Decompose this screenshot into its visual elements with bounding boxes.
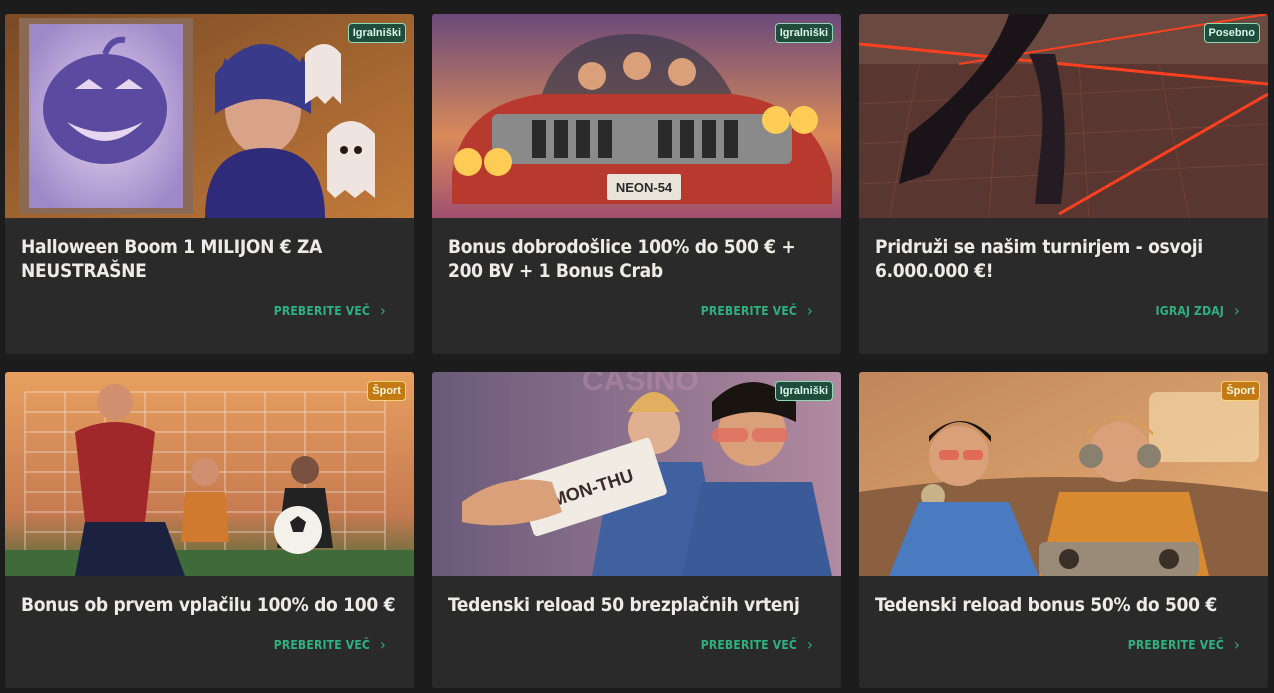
promo-card-halloween[interactable]: Igralniški Halloween Boom 1 MILIJON € ZA… [5, 14, 414, 354]
read-more-link[interactable]: PREBERITE VEČ › [273, 635, 386, 654]
promo-title: Bonus dobrodošlice 100% do 500 € + 200 B… [448, 236, 796, 282]
promo-image-tournament[interactable]: Posebno [859, 14, 1268, 218]
promo-title: Pridruži se našim turnirjem - osvoji 6.0… [875, 236, 1203, 282]
promo-image-car[interactable]: NEON-54 Igralniški [432, 14, 841, 218]
category-badge: Šport [367, 381, 406, 401]
promo-title: Halloween Boom 1 MILIJON € ZA NEUSTRAŠNE [21, 236, 323, 282]
promo-image-headphones[interactable]: Šport [859, 372, 1268, 576]
promo-image-football[interactable]: Šport [5, 372, 414, 576]
read-more-label: PREBERITE VEČ [1127, 638, 1225, 652]
category-badge: Igralniški [774, 23, 833, 43]
read-more-label: PREBERITE VEČ [700, 304, 798, 318]
category-badge: Igralniški [774, 381, 833, 401]
promo-title: Bonus ob prvem vplačilu 100% do 100 € [21, 594, 396, 616]
promo-card-welcome-bonus[interactable]: NEON-54 Igralniški Bonus dobrodošlice 10… [432, 14, 841, 354]
read-more-label: PREBERITE VEČ [700, 638, 798, 652]
read-more-link[interactable]: PREBERITE VEČ › [700, 635, 813, 654]
read-more-link[interactable]: PREBERITE VEČ › [700, 301, 813, 320]
promo-card-sport-first-deposit[interactable]: Šport Bonus ob prvem vplačilu 100% do 10… [5, 372, 414, 688]
promo-image-ticket[interactable]: CASINO MON-THU Igralniški [432, 372, 841, 576]
promo-image-halloween[interactable]: Igralniški [5, 14, 414, 218]
chevron-right-icon: › [807, 301, 813, 320]
play-now-link[interactable]: IGRAJ ZDAJ › [1155, 301, 1240, 320]
category-badge: Posebno [1203, 23, 1260, 43]
read-more-link[interactable]: PREBERITE VEČ › [1127, 635, 1240, 654]
chevron-right-icon: › [380, 301, 386, 320]
promo-card-tournament[interactable]: Posebno Pridruži se našim turnirjem - os… [859, 14, 1268, 354]
category-badge: Igralniški [347, 23, 406, 43]
category-badge: Šport [1221, 381, 1260, 401]
casino-sign: CASINO [582, 372, 699, 397]
read-more-label: PREBERITE VEČ [273, 304, 371, 318]
play-now-label: IGRAJ ZDAJ [1155, 304, 1225, 318]
read-more-link[interactable]: PREBERITE VEČ › [273, 301, 386, 320]
chevron-right-icon: › [1234, 635, 1240, 654]
license-plate: NEON-54 [616, 180, 673, 195]
promo-title: Tedenski reload 50 brezplačnih vrtenj [448, 594, 800, 616]
promo-card-weekly-reload-bonus[interactable]: Šport Tedenski reload bonus 50% do 500 €… [859, 372, 1268, 688]
chevron-right-icon: › [380, 635, 386, 654]
promo-title: Tedenski reload bonus 50% do 500 € [875, 594, 1217, 616]
read-more-label: PREBERITE VEČ [273, 638, 371, 652]
promotions-grid: Igralniški Halloween Boom 1 MILIJON € ZA… [5, 14, 1268, 688]
chevron-right-icon: › [1234, 301, 1240, 320]
promo-card-weekly-free-spins[interactable]: CASINO MON-THU Igralniški Tedenski reloa… [432, 372, 841, 688]
chevron-right-icon: › [807, 635, 813, 654]
